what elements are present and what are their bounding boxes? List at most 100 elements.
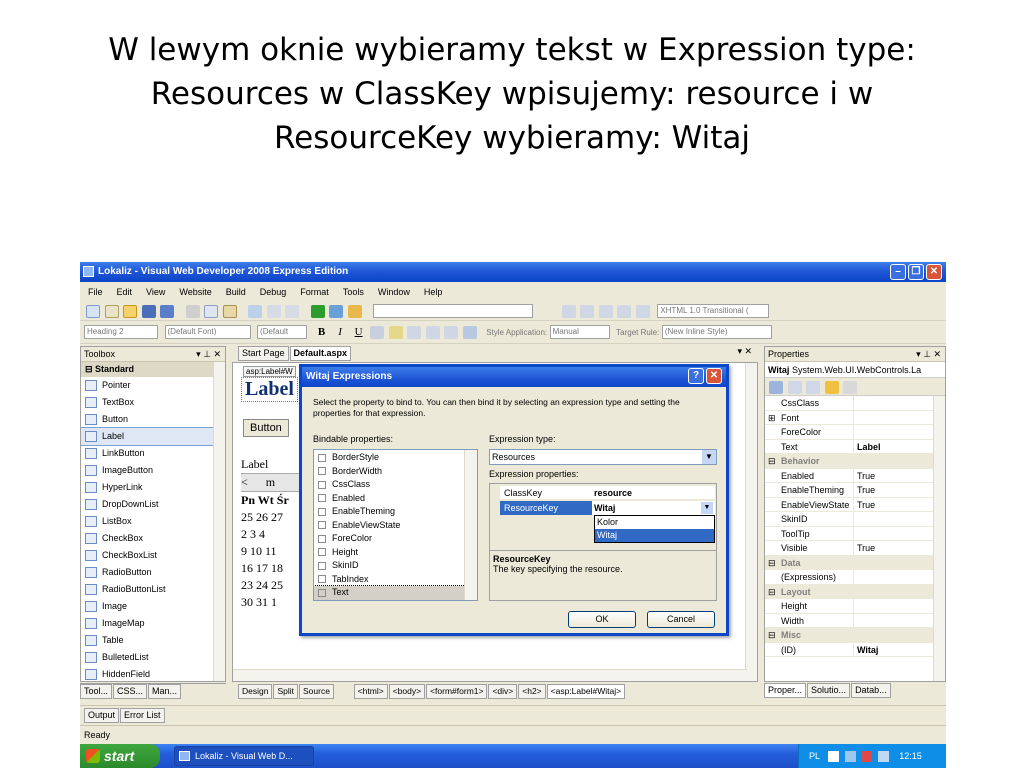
properties-icon[interactable] bbox=[806, 381, 821, 394]
bindable-property-item[interactable]: ForeColor bbox=[314, 532, 477, 546]
property-value[interactable] bbox=[853, 613, 857, 628]
toolbox-item[interactable]: HiddenField bbox=[81, 666, 225, 681]
toolbox-item[interactable]: Button bbox=[81, 411, 225, 428]
classkey-row[interactable]: ClassKey resource bbox=[500, 486, 715, 500]
property-row[interactable]: Height bbox=[765, 599, 945, 614]
open-icon[interactable] bbox=[123, 305, 138, 318]
comment-icon[interactable] bbox=[598, 305, 613, 318]
property-row[interactable]: (Expressions) bbox=[765, 570, 945, 585]
crumb-html[interactable]: <html> bbox=[353, 684, 388, 699]
property-category[interactable]: Behavior bbox=[765, 454, 945, 469]
tray-messenger-icon[interactable] bbox=[861, 751, 873, 763]
properties-pin-icon[interactable]: ▾ ⊥ ✕ bbox=[916, 347, 941, 362]
property-category[interactable]: Misc bbox=[765, 628, 945, 643]
toolbox-item[interactable]: BulletedList bbox=[81, 649, 225, 666]
doctype-select[interactable]: XHTML 1.0 Transitional ( bbox=[657, 304, 770, 318]
expression-type-select[interactable]: Resources ▼ bbox=[489, 449, 717, 465]
copy-icon[interactable] bbox=[204, 305, 219, 318]
indent-icon[interactable] bbox=[561, 305, 576, 318]
crumb-form[interactable]: <form#form1> bbox=[426, 684, 488, 699]
bindable-property-item[interactable]: Enabled bbox=[314, 492, 477, 506]
menu-debug[interactable]: Debug bbox=[252, 284, 293, 300]
pin-icon[interactable]: ▾ ⊥ ✕ bbox=[196, 347, 221, 362]
design-label[interactable]: Label bbox=[241, 457, 268, 472]
cal-prev[interactable]: < bbox=[241, 475, 248, 489]
cancel-button[interactable]: Cancel bbox=[647, 611, 715, 628]
dropdown-option-witaj[interactable]: Witaj bbox=[595, 529, 714, 542]
doc-close-icon[interactable]: ▾ ✕ bbox=[737, 346, 752, 357]
run-icon[interactable] bbox=[310, 305, 325, 318]
property-row[interactable]: (ID) Witaj bbox=[765, 642, 945, 657]
menu-build[interactable]: Build bbox=[218, 284, 252, 300]
style-application-select[interactable]: Manual bbox=[549, 325, 610, 339]
menu-website[interactable]: Website bbox=[171, 284, 217, 300]
bindable-property-item[interactable]: Text bbox=[314, 585, 477, 600]
calendar[interactable]: < m Pn Wt Śr 25 26 27 2 3 4 9 10 11 16 1… bbox=[241, 473, 301, 611]
paste-icon[interactable] bbox=[222, 305, 237, 318]
outdent-icon[interactable] bbox=[580, 305, 595, 318]
find-icon[interactable] bbox=[329, 305, 344, 318]
toolbox-group-standard[interactable]: ⊟ Standard bbox=[81, 362, 225, 377]
property-row[interactable]: Width bbox=[765, 613, 945, 628]
italic-icon[interactable]: I bbox=[332, 323, 348, 342]
block-format-select[interactable]: Heading 2 bbox=[84, 325, 158, 339]
bindable-property-item[interactable]: SkinID bbox=[314, 559, 477, 573]
start-button[interactable]: start bbox=[80, 744, 160, 768]
property-row[interactable]: EnableTheming True bbox=[765, 483, 945, 498]
property-row[interactable]: ⊞ Font bbox=[765, 410, 945, 426]
bindable-property-item[interactable]: EnableViewState bbox=[314, 519, 477, 533]
maximize-button[interactable]: ❐ bbox=[908, 264, 924, 280]
help-button[interactable]: ? bbox=[688, 368, 704, 384]
property-row[interactable]: Visible True bbox=[765, 541, 945, 556]
close-button[interactable]: ✕ bbox=[926, 264, 942, 280]
property-pages-icon[interactable] bbox=[843, 381, 858, 394]
tab-error-list[interactable]: Error List bbox=[120, 708, 165, 723]
menu-help[interactable]: Help bbox=[416, 284, 449, 300]
classkey-value[interactable]: resource bbox=[594, 486, 632, 500]
alphabetical-icon[interactable] bbox=[787, 381, 802, 394]
find-combo[interactable] bbox=[373, 304, 534, 318]
properties-scrollbar[interactable] bbox=[933, 396, 945, 681]
navigate-icon[interactable] bbox=[285, 305, 300, 318]
tab-toolbox[interactable]: Tool... bbox=[80, 684, 113, 699]
property-value[interactable]: Witaj bbox=[853, 642, 878, 657]
toolbox-item[interactable]: Pointer bbox=[81, 377, 225, 394]
design-button[interactable]: Button bbox=[243, 419, 289, 437]
bindable-property-item[interactable]: TabIndex bbox=[314, 573, 477, 587]
property-value[interactable] bbox=[853, 570, 857, 584]
toolbox-item[interactable]: RadioButtonList bbox=[81, 581, 225, 598]
bold-icon[interactable]: B bbox=[314, 323, 330, 342]
expand-icon[interactable]: ⊞ bbox=[768, 411, 776, 426]
crumb-body[interactable]: <body> bbox=[388, 684, 426, 699]
tab-database[interactable]: Datab... bbox=[851, 683, 891, 698]
underline-icon[interactable]: U bbox=[351, 323, 367, 342]
crumb-h2[interactable]: <h2> bbox=[518, 684, 546, 699]
chevron-down-icon[interactable]: ▼ bbox=[702, 450, 716, 464]
font-size-select[interactable]: (Default bbox=[257, 325, 308, 339]
source-view-button[interactable]: Source bbox=[299, 684, 334, 699]
bindable-property-item[interactable]: BorderStyle bbox=[314, 451, 477, 465]
crumb-label-witaj[interactable]: <asp:Label#Witaj> bbox=[546, 684, 626, 699]
toolbox-item[interactable]: DropDownList bbox=[81, 496, 225, 513]
bindable-property-item[interactable]: BorderWidth bbox=[314, 465, 477, 479]
toolbox-icon[interactable] bbox=[347, 305, 362, 318]
redo-icon[interactable] bbox=[266, 305, 281, 318]
property-value[interactable] bbox=[853, 526, 857, 541]
menu-edit[interactable]: Edit bbox=[109, 284, 139, 300]
property-row[interactable]: Text Label bbox=[765, 439, 945, 454]
format-icon[interactable] bbox=[635, 305, 650, 318]
object-selector[interactable]: Witaj System.Web.UI.WebControls.La bbox=[765, 362, 945, 378]
property-row[interactable]: EnableViewState True bbox=[765, 497, 945, 512]
numbered-list-icon[interactable] bbox=[425, 326, 440, 339]
editor-vscroll[interactable] bbox=[745, 363, 757, 681]
uncomment-icon[interactable] bbox=[617, 305, 632, 318]
menu-view[interactable]: View bbox=[138, 284, 171, 300]
toolbox-item[interactable]: CheckBoxList bbox=[81, 547, 225, 564]
bindable-property-item[interactable]: EnableTheming bbox=[314, 505, 477, 519]
toolbox-item[interactable]: HyperLink bbox=[81, 479, 225, 496]
font-color-icon[interactable] bbox=[370, 326, 385, 339]
property-row[interactable]: SkinID bbox=[765, 512, 945, 527]
add-item-icon[interactable] bbox=[104, 305, 119, 318]
toolbox-item[interactable]: CheckBox bbox=[81, 530, 225, 547]
property-value[interactable] bbox=[853, 599, 857, 613]
